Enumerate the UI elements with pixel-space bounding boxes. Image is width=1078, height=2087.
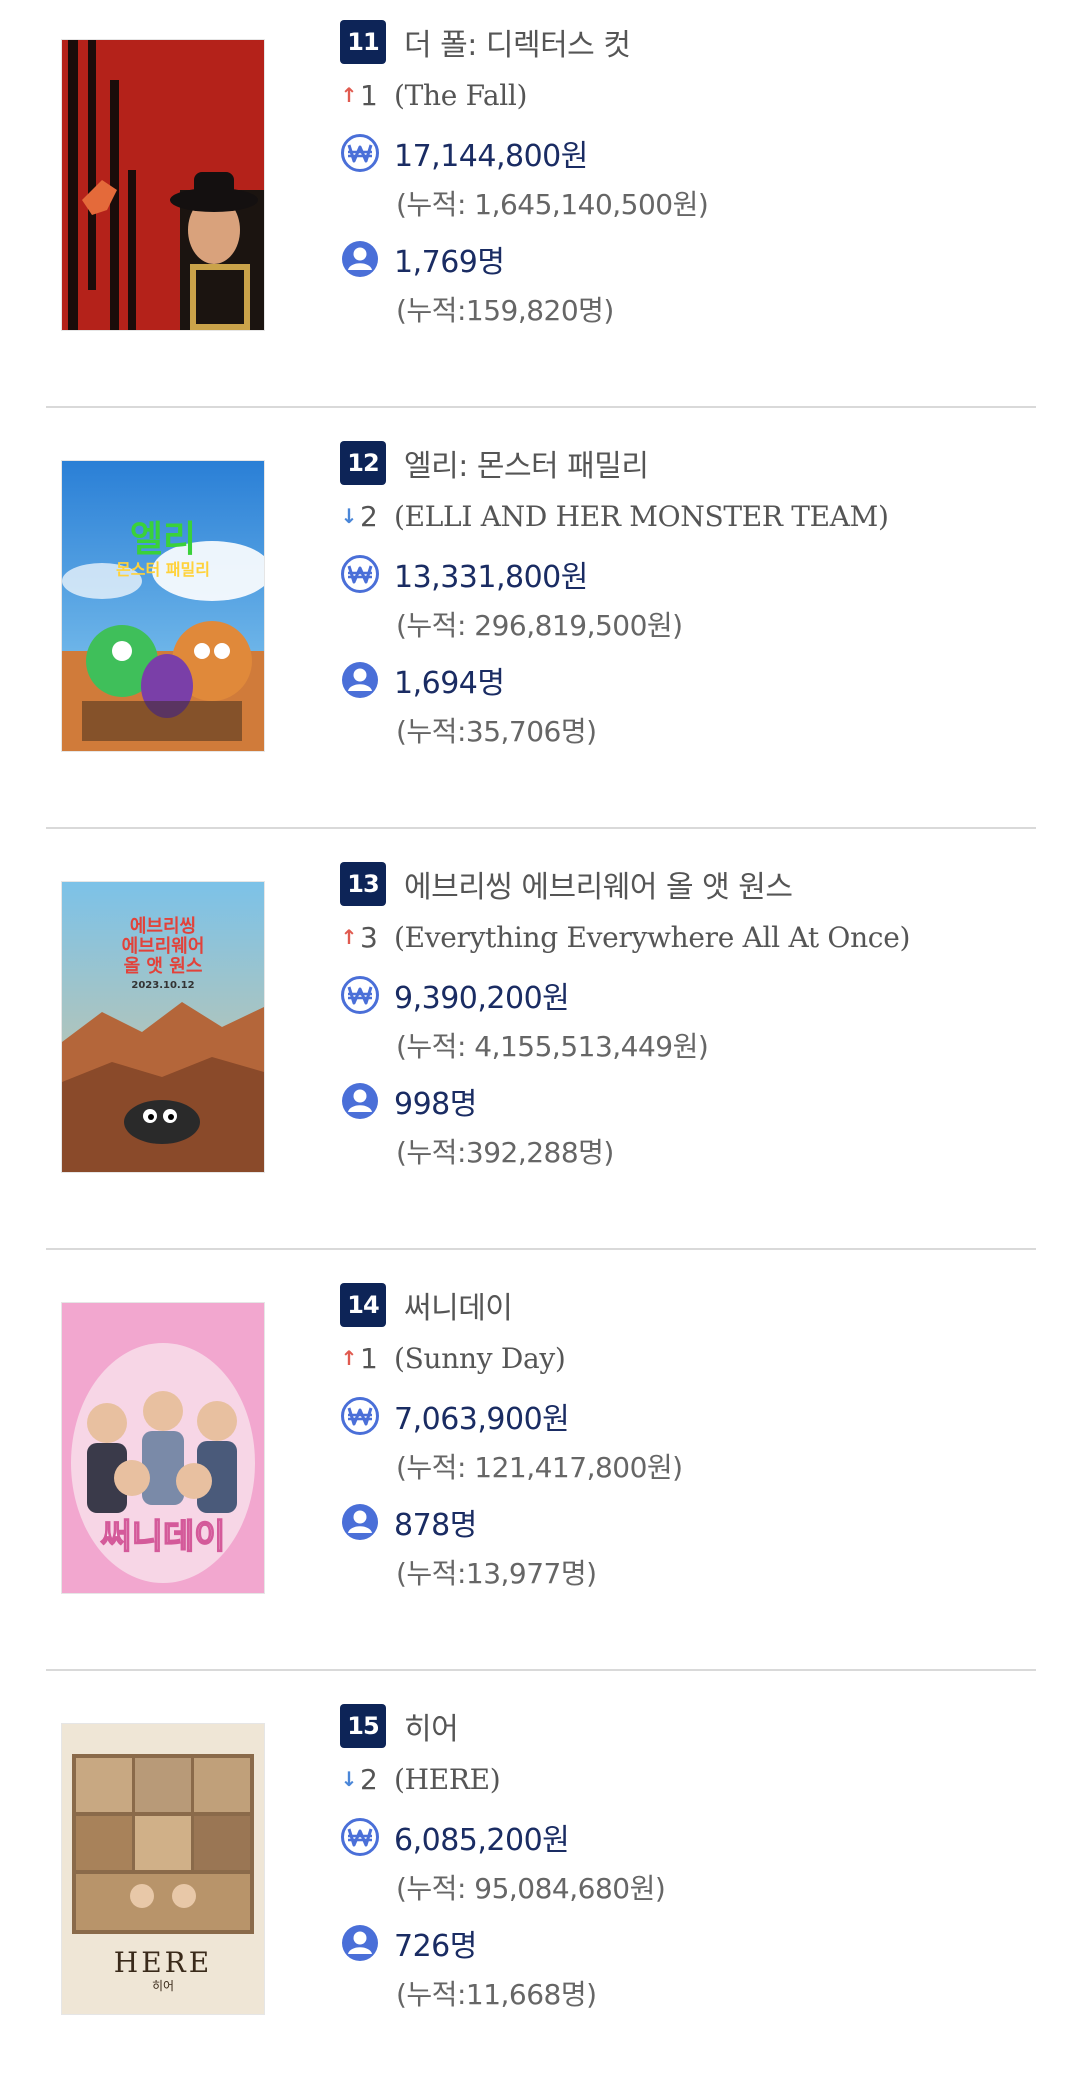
movie-title-korean[interactable]: 더 폴: 디렉터스 컷 <box>404 20 631 64</box>
svg-text:HERE: HERE <box>114 1946 212 1979</box>
poster-art: 써니데이 <box>62 1303 264 1593</box>
movie-title-korean[interactable]: 써니데이 <box>404 1283 513 1327</box>
movie-title-english: (Sunny Day) <box>394 1341 566 1375</box>
list-item[interactable]: 써니데이 14 써니데이 ↑ 1 (Sunny Day) 7,063,900원 … <box>0 1263 1078 1684</box>
daily-audience: 878명 <box>394 1508 477 1543</box>
rank-badge: 12 <box>340 441 386 485</box>
won-icon <box>341 1818 379 1856</box>
movie-title-english: (The Fall) <box>394 78 528 112</box>
movie-title-korean[interactable]: 에브리씽 에브리웨어 올 앳 원스 <box>404 862 793 906</box>
rank-up-arrow-icon: ↑ <box>340 83 358 107</box>
svg-text:히어: 히어 <box>152 1979 174 1993</box>
cumulative-sales: (누적: 95,084,680원) <box>396 1872 666 1905</box>
movie-title-english: (HERE) <box>394 1762 501 1796</box>
cumulative-sales: (누적: 1,645,140,500원) <box>396 188 709 221</box>
rank-badge: 15 <box>340 1704 386 1748</box>
rank-change: 2 <box>360 499 378 533</box>
movie-title-korean[interactable]: 엘리: 몬스터 패밀리 <box>404 441 649 485</box>
list-item[interactable]: 에브리씽 에브리웨어 올 앳 원스 2023.10.12 13 에브리씽 에브리… <box>0 842 1078 1263</box>
cumulative-audience: (누적:159,820명) <box>396 294 614 327</box>
divider <box>46 406 1036 408</box>
movie-info: 11 더 폴: 디렉터스 컷 ↑ 1 (The Fall) 17,144,800… <box>340 18 1040 332</box>
list-item[interactable]: HERE 히어 15 히어 ↓ 2 (HERE) 6,085,200원 (누적:… <box>0 1684 1078 2087</box>
daily-audience: 1,769명 <box>394 245 505 280</box>
rank-down-arrow-icon: ↓ <box>340 504 358 528</box>
svg-text:써니데이: 써니데이 <box>100 1517 225 1557</box>
movie-poster[interactable]: 에브리씽 에브리웨어 올 앳 원스 2023.10.12 <box>62 882 264 1172</box>
rank-badge: 14 <box>340 1283 386 1327</box>
daily-sales: 7,063,900원 <box>394 1402 570 1437</box>
movie-title-korean[interactable]: 히어 <box>404 1704 459 1748</box>
daily-sales: 13,331,800원 <box>394 560 588 595</box>
cumulative-audience: (누적:11,668명) <box>396 1978 597 2011</box>
svg-text:엘리: 엘리 <box>130 519 196 560</box>
movie-title-english: (Everything Everywhere All At Once) <box>394 920 911 954</box>
divider <box>46 827 1036 829</box>
daily-audience: 1,694명 <box>394 666 505 701</box>
person-icon <box>342 662 378 698</box>
svg-text:올 앳 원스: 올 앳 원스 <box>124 956 203 977</box>
poster-art: 엘리 몬스터 패밀리 <box>62 461 264 751</box>
cumulative-audience: (누적:35,706명) <box>396 715 597 748</box>
svg-text:에브리웨어: 에브리웨어 <box>122 936 205 957</box>
cumulative-audience: (누적:392,288명) <box>396 1136 614 1169</box>
person-icon <box>342 1925 378 1961</box>
movie-title-english: (ELLI AND HER MONSTER TEAM) <box>394 499 889 533</box>
daily-audience: 998명 <box>394 1087 477 1122</box>
rank-change: 2 <box>360 1762 378 1796</box>
rank-change: 3 <box>360 920 378 954</box>
movie-poster[interactable]: 써니데이 <box>62 1303 264 1593</box>
list-item[interactable]: 엘리 몬스터 패밀리 12 엘리: 몬스터 패밀리 ↓ 2 (ELLI AND … <box>0 421 1078 842</box>
cumulative-sales: (누적: 4,155,513,449원) <box>396 1030 709 1063</box>
cumulative-sales: (누적: 121,417,800원) <box>396 1451 683 1484</box>
poster-art <box>62 40 264 330</box>
svg-text:몬스터 패밀리: 몬스터 패밀리 <box>116 560 210 579</box>
won-icon <box>341 1397 379 1435</box>
cumulative-sales: (누적: 296,819,500원) <box>396 609 683 642</box>
movie-info: 15 히어 ↓ 2 (HERE) 6,085,200원 (누적: 95,084,… <box>340 1702 1040 2016</box>
movie-info: 14 써니데이 ↑ 1 (Sunny Day) 7,063,900원 (누적: … <box>340 1281 1040 1595</box>
movie-poster[interactable]: HERE 히어 <box>62 1724 264 2014</box>
rank-change: 1 <box>360 1341 378 1375</box>
person-icon <box>342 1504 378 1540</box>
list-item[interactable]: 11 더 폴: 디렉터스 컷 ↑ 1 (The Fall) 17,144,800… <box>0 0 1078 421</box>
svg-text:에브리씽: 에브리씽 <box>130 916 196 937</box>
cumulative-audience: (누적:13,977명) <box>396 1557 597 1590</box>
daily-audience: 726명 <box>394 1929 477 1964</box>
daily-sales: 6,085,200원 <box>394 1823 570 1858</box>
poster-art: HERE 히어 <box>62 1724 264 2014</box>
rank-badge: 13 <box>340 862 386 906</box>
rank-up-arrow-icon: ↑ <box>340 925 358 949</box>
rank-down-arrow-icon: ↓ <box>340 1767 358 1791</box>
divider <box>46 1248 1036 1250</box>
person-icon <box>342 241 378 277</box>
movie-poster[interactable] <box>62 40 264 330</box>
won-icon <box>341 555 379 593</box>
daily-sales: 17,144,800원 <box>394 139 588 174</box>
rank-badge: 11 <box>340 20 386 64</box>
person-icon <box>342 1083 378 1119</box>
rank-change: 1 <box>360 78 378 112</box>
won-icon <box>341 134 379 172</box>
daily-sales: 9,390,200원 <box>394 981 570 1016</box>
movie-info: 12 엘리: 몬스터 패밀리 ↓ 2 (ELLI AND HER MONSTER… <box>340 439 1040 753</box>
divider <box>46 1669 1036 1671</box>
poster-art: 에브리씽 에브리웨어 올 앳 원스 2023.10.12 <box>62 882 264 1172</box>
box-office-list: 11 더 폴: 디렉터스 컷 ↑ 1 (The Fall) 17,144,800… <box>0 0 1078 2087</box>
movie-info: 13 에브리씽 에브리웨어 올 앳 원스 ↑ 3 (Everything Eve… <box>340 860 1040 1174</box>
movie-poster[interactable]: 엘리 몬스터 패밀리 <box>62 461 264 751</box>
svg-text:2023.10.12: 2023.10.12 <box>131 980 194 991</box>
won-icon <box>341 976 379 1014</box>
rank-up-arrow-icon: ↑ <box>340 1346 358 1370</box>
